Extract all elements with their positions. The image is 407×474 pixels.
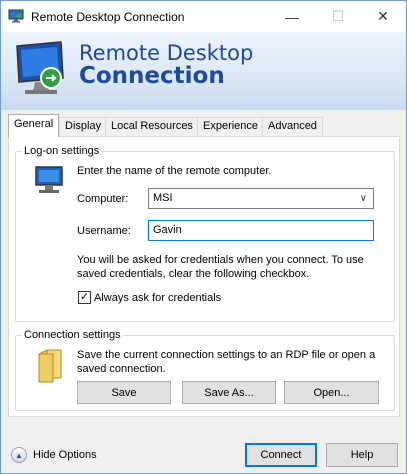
username-field[interactable]: Gavin	[148, 220, 374, 241]
save-as-button[interactable]: Save As...	[182, 381, 276, 404]
tab-display[interactable]: Display	[59, 117, 108, 136]
monitor-remote-icon	[8, 9, 24, 23]
connection-description-line1: Save the current connection settings to …	[77, 349, 376, 361]
help-button[interactable]: Help	[326, 443, 398, 467]
general-tab-panel: Log-on settings Enter the name of the re…	[8, 136, 400, 417]
connection-description-line2: saved connection.	[77, 363, 166, 375]
computer-value: MSI	[153, 192, 173, 204]
connect-button[interactable]: Connect	[245, 443, 317, 467]
banner-title-line2: Connection	[79, 63, 225, 89]
window-title: Remote Desktop Connection	[31, 10, 185, 24]
tab-general[interactable]: General	[8, 114, 60, 137]
remote-desktop-monitor-icon	[16, 41, 64, 94]
computer-label: Computer:	[77, 193, 129, 205]
save-button[interactable]: Save	[77, 381, 171, 404]
banner-title-line1: Remote Desktop	[79, 41, 254, 65]
maximize-button[interactable]: ☐	[315, 1, 361, 32]
always-ask-label[interactable]: Always ask for credentials	[94, 291, 221, 305]
computer-combobox[interactable]: MSI ∨	[148, 188, 374, 209]
username-label: Username:	[77, 225, 131, 237]
username-value: Gavin	[153, 224, 182, 236]
checkmark-icon: ✓	[79, 291, 90, 303]
tab-advanced[interactable]: Advanced	[262, 117, 323, 136]
logon-instruction: Enter the name of the remote computer.	[77, 165, 272, 177]
credentials-note-line1: You will be asked for credentials when y…	[77, 254, 364, 266]
connection-settings-group: Connection settings Save the current con…	[15, 329, 395, 411]
minimize-icon: —	[285, 8, 299, 25]
chevron-up-circle-icon[interactable]: ▲	[11, 447, 27, 463]
tab-local-resources[interactable]: Local Resources	[105, 117, 199, 136]
minimize-button[interactable]: —	[269, 1, 315, 32]
tab-experience[interactable]: Experience	[197, 117, 265, 136]
always-ask-checkbox[interactable]: ✓	[78, 291, 91, 304]
title-bar[interactable]: Remote Desktop Connection — ☐ ✕	[1, 1, 406, 32]
maximize-icon: ☐	[331, 8, 345, 24]
close-icon: ✕	[377, 8, 389, 24]
rdp-window: Remote Desktop Connection — ☐ ✕ Remote D…	[0, 0, 407, 474]
chevron-down-icon[interactable]: ∨	[360, 193, 367, 204]
computer-monitor-icon	[35, 166, 63, 193]
hide-options-link[interactable]: Hide Options	[33, 448, 97, 462]
open-button[interactable]: Open...	[284, 381, 379, 404]
credentials-note-line2: saved credentials, clear the following c…	[77, 268, 310, 280]
close-button[interactable]: ✕	[360, 1, 406, 32]
connection-settings-title: Connection settings	[22, 329, 123, 341]
logon-settings-group: Log-on settings Enter the name of the re…	[15, 145, 395, 322]
banner: Remote Desktop Connection	[1, 32, 406, 110]
logon-settings-title: Log-on settings	[22, 145, 102, 157]
folder-icon	[38, 349, 62, 383]
